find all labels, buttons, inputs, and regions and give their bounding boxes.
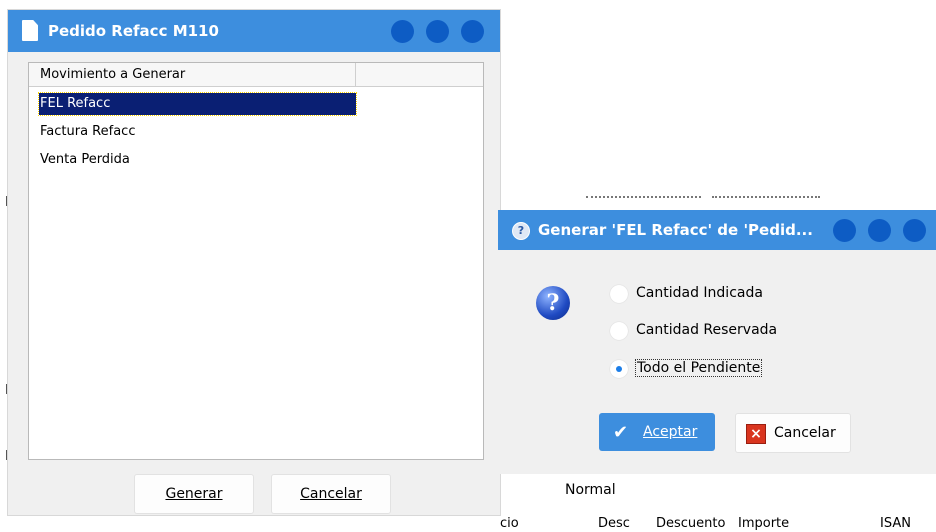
column-header-label: Movimiento a Generar (40, 67, 186, 82)
radio-button[interactable] (610, 285, 628, 303)
background-column-header: ISAN (880, 516, 911, 531)
radio-button[interactable] (610, 322, 628, 340)
dialog-cancel-button-label: Cancelar (774, 425, 836, 441)
list-item-label: FEL Refacc (40, 96, 111, 111)
cancel-button-label: Cancelar (300, 486, 362, 502)
list-item-label: Venta Perdida (40, 152, 130, 167)
list-item[interactable]: FEL Refacc (38, 92, 357, 116)
generate-button[interactable]: Generar (134, 474, 254, 514)
radio-label: Todo el Pendiente (634, 359, 763, 377)
list-header: Movimiento a Generar (29, 63, 483, 87)
order-window-titlebar[interactable]: Pedido Refacc M110 (8, 10, 500, 52)
background-divider (712, 196, 820, 200)
background-normal-label: Normal (565, 482, 616, 498)
list-item[interactable]: Factura Refacc (39, 121, 356, 143)
generate-button-label: Generar (165, 486, 223, 502)
check-icon: ✔ (613, 422, 629, 443)
order-window: Pedido Refacc M110 Movimiento a Generar … (8, 10, 500, 515)
radio-label: Cantidad Reservada (636, 322, 778, 338)
maximize-button[interactable] (426, 20, 449, 43)
list-item[interactable]: Venta Perdida (39, 149, 356, 171)
close-button[interactable] (461, 20, 484, 43)
cancel-icon: × (746, 424, 766, 444)
document-icon (22, 20, 38, 41)
close-button[interactable] (903, 219, 926, 242)
background-column-header: cio (500, 516, 519, 531)
accept-button[interactable]: ✔ Aceptar (599, 413, 715, 451)
minimize-button[interactable] (391, 20, 414, 43)
accept-button-label: Aceptar (643, 424, 698, 440)
minimize-button[interactable] (833, 219, 856, 242)
question-icon: ? (512, 222, 530, 240)
movement-list[interactable]: Movimiento a Generar FEL Refacc Factura … (28, 62, 484, 460)
generate-dialog-titlebar[interactable]: ? Generar 'FEL Refacc' de 'Pedid... (498, 210, 936, 250)
background-column-header: Importe (738, 516, 790, 531)
generate-dialog: ? Generar 'FEL Refacc' de 'Pedid... ? Ca… (498, 210, 936, 474)
order-window-title: Pedido Refacc M110 (48, 22, 219, 40)
list-item-label: Factura Refacc (40, 124, 136, 139)
generate-dialog-title: Generar 'FEL Refacc' de 'Pedid... (538, 221, 813, 239)
maximize-button[interactable] (868, 219, 891, 242)
background-divider (586, 196, 701, 200)
question-icon: ? (536, 286, 570, 320)
background-column-header: Desc (598, 516, 630, 531)
cancel-button[interactable]: Cancelar (271, 474, 391, 514)
radio-button[interactable] (610, 360, 628, 378)
radio-label: Cantidad Indicada (636, 285, 763, 301)
background-column-header: Descuento (656, 516, 726, 531)
dialog-cancel-button[interactable]: × Cancelar (735, 413, 851, 453)
column-header-movement[interactable]: Movimiento a Generar (29, 63, 356, 86)
